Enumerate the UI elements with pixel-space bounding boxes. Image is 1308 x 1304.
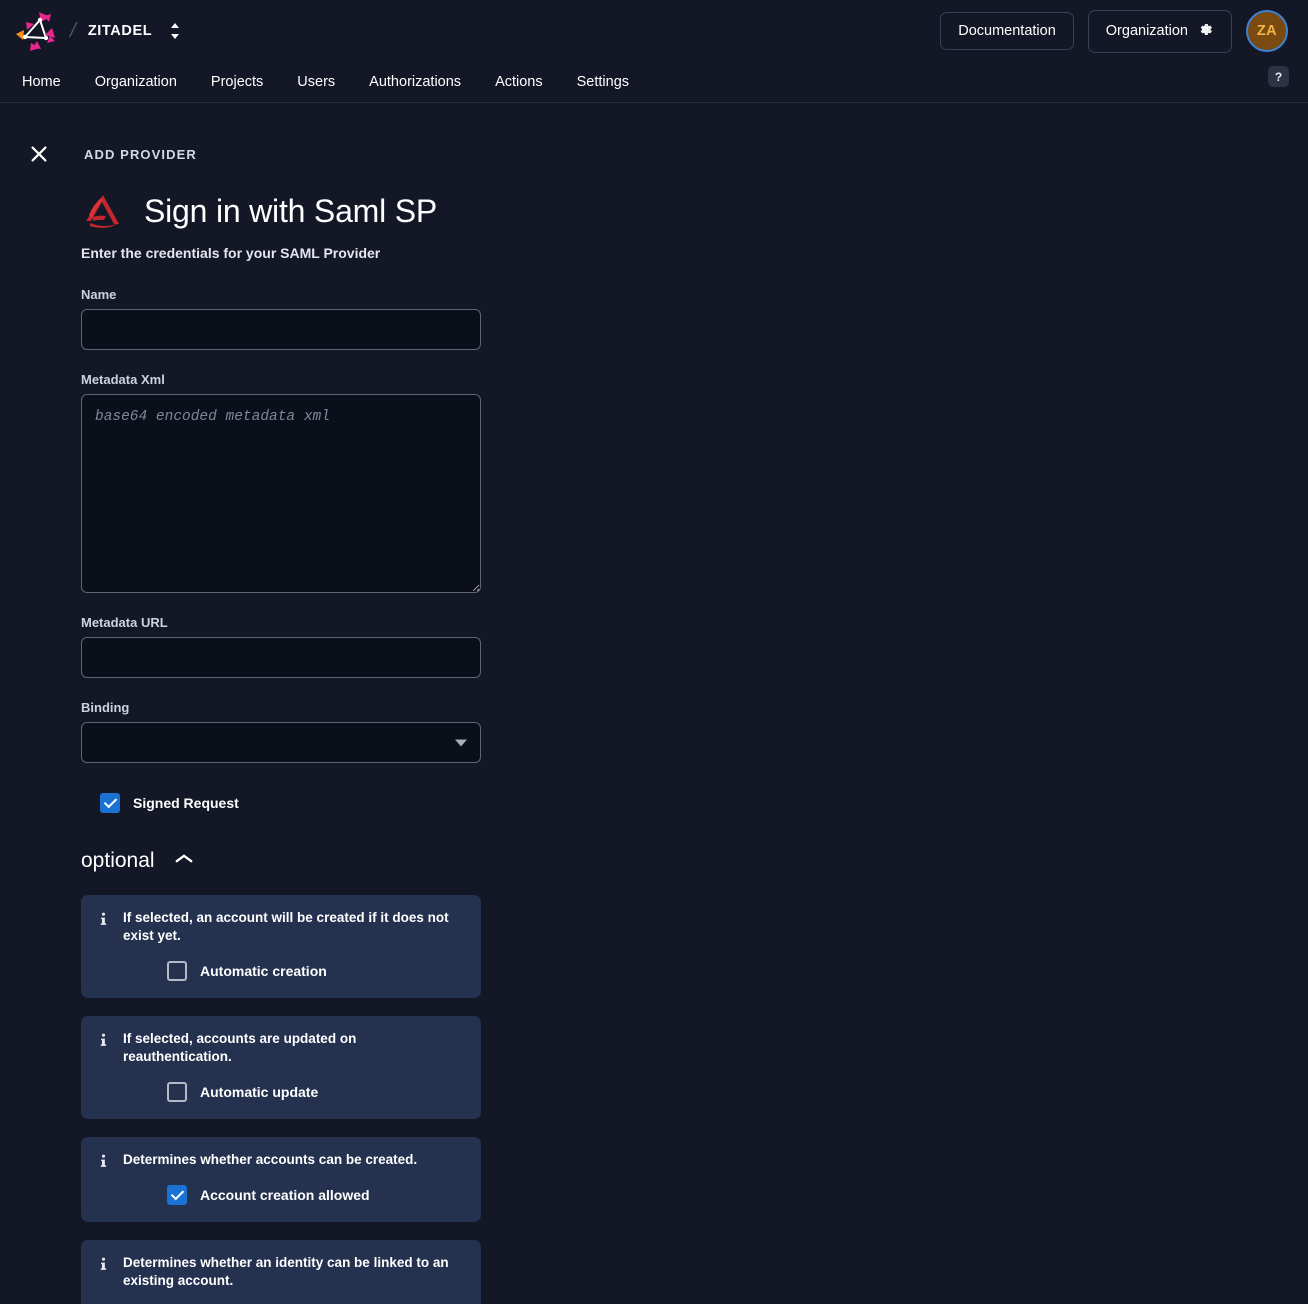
metadata-url-label: Metadata URL — [81, 615, 168, 630]
saml-provider-form: Name Metadata Xml Metadata URL Binding S… — [81, 287, 481, 1304]
metadata-xml-textarea[interactable] — [81, 394, 481, 593]
binding-label: Binding — [81, 700, 130, 715]
nav-item-home[interactable]: Home — [22, 74, 61, 90]
binding-field-group: Binding — [81, 700, 481, 763]
info-icon — [95, 1033, 111, 1102]
option-card-text: If selected, accounts are updated on rea… — [123, 1030, 357, 1064]
option-card-account-creation-allowed: Determines whether accounts can be creat… — [81, 1136, 481, 1222]
metadata-xml-field-group: Metadata Xml — [81, 372, 481, 593]
nav-item-users[interactable]: Users — [297, 74, 335, 90]
name-input[interactable] — [81, 309, 481, 350]
brand[interactable]: / ZITADEL — [10, 8, 182, 54]
page-subtitle: Enter the credentials for your SAML Prov… — [81, 245, 381, 261]
option-card-automatic-update: If selected, accounts are updated on rea… — [81, 1015, 481, 1119]
avatar[interactable]: ZA — [1246, 10, 1288, 52]
sub-header: ADD PROVIDER — [0, 103, 1308, 165]
signed-request-checkbox[interactable] — [100, 793, 120, 813]
zitadel-logo-icon — [10, 8, 62, 54]
top-bar: / ZITADEL Documentation Organization ZA — [0, 0, 1308, 62]
automatic-creation-checkbox[interactable] — [167, 960, 187, 981]
name-field-group: Name — [81, 287, 481, 350]
add-provider-label: ADD PROVIDER — [84, 146, 197, 162]
option-card-checkbox-row[interactable]: Account creation allowed — [167, 1184, 464, 1205]
organization-button-label: Organization — [1105, 23, 1188, 39]
organization-button[interactable]: Organization — [1087, 9, 1232, 53]
gear-icon — [1197, 21, 1214, 42]
account-creation-allowed-label[interactable]: Account creation allowed — [200, 1187, 370, 1203]
metadata-url-field-group: Metadata URL — [81, 615, 481, 678]
main-nav: Home Organization Projects Users Authori… — [0, 62, 1308, 103]
nav-item-settings[interactable]: Settings — [577, 74, 629, 90]
option-card-text: Determines whether an identity can be li… — [123, 1254, 449, 1288]
optional-section-toggle[interactable]: optional — [81, 849, 221, 873]
info-icon — [95, 912, 111, 981]
chevron-up-icon[interactable] — [174, 852, 194, 870]
documentation-button[interactable]: Documentation — [940, 12, 1074, 50]
automatic-creation-label[interactable]: Automatic creation — [200, 963, 327, 979]
provider-form-content: Sign in with Saml SP Enter the credentia… — [0, 165, 1308, 1304]
optional-section-label: optional — [81, 849, 155, 872]
option-card-checkbox-row[interactable]: Automatic creation — [167, 960, 464, 981]
top-bar-actions: Documentation Organization ZA — [940, 9, 1288, 53]
name-label: Name — [81, 287, 117, 302]
info-icon — [95, 1257, 111, 1304]
nav-item-actions[interactable]: Actions — [495, 74, 543, 90]
automatic-update-label[interactable]: Automatic update — [200, 1084, 318, 1100]
signed-request-label[interactable]: Signed Request — [133, 795, 239, 811]
nav-item-authorizations[interactable]: Authorizations — [369, 74, 461, 90]
metadata-xml-label: Metadata Xml — [81, 372, 165, 387]
automatic-update-checkbox[interactable] — [167, 1081, 187, 1102]
option-card-checkbox-row[interactable]: Automatic update — [167, 1081, 464, 1102]
saml-logo-icon — [81, 191, 125, 231]
option-card-text: If selected, an account will be created … — [123, 910, 449, 943]
close-icon[interactable] — [22, 137, 56, 171]
option-card-automatic-creation: If selected, an account will be created … — [81, 895, 481, 998]
chevron-up-down-icon[interactable] — [168, 20, 182, 42]
help-button[interactable]: ? — [1268, 66, 1289, 87]
brand-separator: / — [67, 19, 79, 42]
brand-name: ZITADEL — [87, 23, 153, 39]
signed-request-row[interactable]: Signed Request — [100, 793, 481, 813]
account-creation-allowed-checkbox[interactable] — [167, 1184, 187, 1205]
option-card-account-linking-allowed: Determines whether an identity can be li… — [81, 1239, 481, 1304]
option-card-text: Determines whether accounts can be creat… — [123, 1151, 418, 1167]
nav-item-organization[interactable]: Organization — [95, 74, 177, 90]
page-title: Sign in with Saml SP — [144, 192, 438, 229]
info-icon — [95, 1154, 111, 1205]
metadata-url-input[interactable] — [81, 637, 481, 678]
binding-select[interactable] — [81, 722, 481, 763]
page-title-row: Sign in with Saml SP — [81, 191, 1308, 231]
nav-item-projects[interactable]: Projects — [211, 74, 263, 90]
